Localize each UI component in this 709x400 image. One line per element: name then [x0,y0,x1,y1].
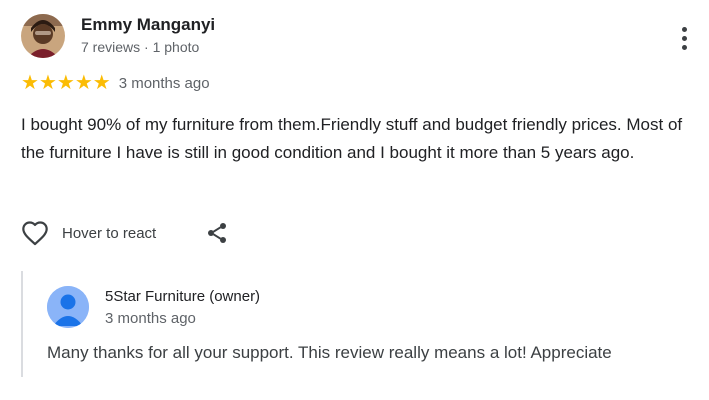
more-vert-icon-dot [681,44,687,50]
more-vert-icon-dot [681,35,687,41]
review-card: Emmy Manganyi 7 reviews · 1 photo ★ ★ ★ ★ ★ … [0,0,709,400]
share-button[interactable] [203,219,231,247]
review-date: 3 months ago [118,74,210,92]
star-icon: ★ [56,72,75,94]
reviewer-avatar[interactable] [21,14,65,58]
react-row: Hover to react [20,218,156,248]
share-icon [208,223,226,243]
owner-reply-text: Many thanks for all your support. This r… [47,343,612,362]
owner-name: 5Star Furniture (owner) [105,288,261,305]
more-vert-icon [681,26,687,32]
react-label[interactable]: Hover to react [62,225,156,242]
star-rating: ★ ★ ★ ★ ★ [21,73,111,93]
review-text: I bought 90% of my furniture from them.F… [21,115,683,162]
owner-reply-date: 3 months ago [105,310,196,327]
star-icon: ★ [92,72,111,94]
rating-row: ★ ★ ★ ★ ★ 3 months ago [21,73,210,93]
reviewer-meta[interactable]: 7 reviews · 1 photo [81,39,199,55]
more-options-button[interactable] [672,24,696,52]
react-button[interactable] [20,218,50,248]
owner-reply: 5Star Furniture (owner) 3 months ago Man… [21,271,703,377]
star-icon: ★ [38,72,57,94]
reviewer-name[interactable]: Emmy Manganyi [81,15,215,35]
star-icon: ★ [21,72,39,94]
star-icon: ★ [74,72,93,94]
owner-avatar [47,286,89,328]
heart-outline-icon [22,221,48,246]
